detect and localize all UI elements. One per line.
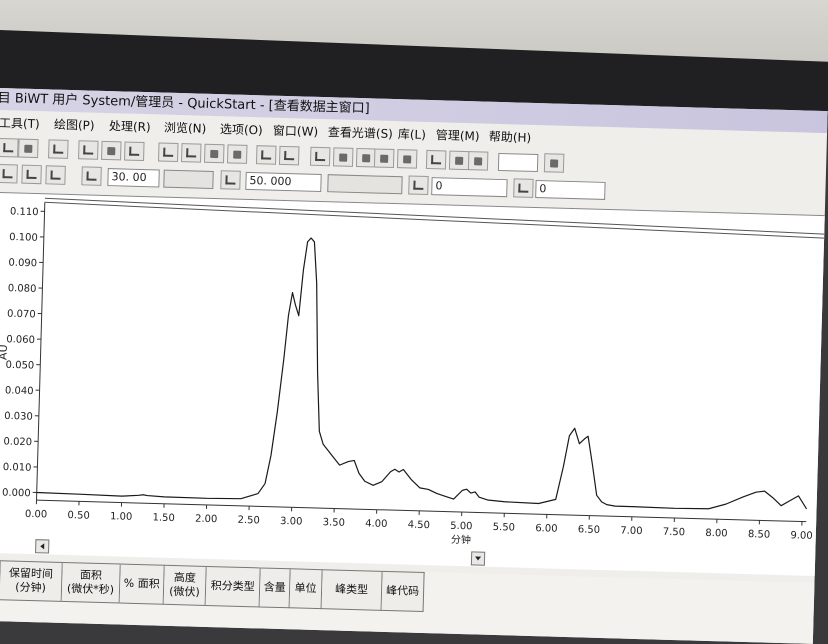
y-tick-label: 0.040 — [5, 385, 34, 397]
tool-document-icon[interactable] — [397, 149, 418, 169]
tool-print-icon[interactable] — [468, 151, 489, 171]
tool-overlay-icon[interactable] — [204, 144, 225, 164]
y-tick-label: 0.020 — [3, 436, 32, 448]
col-peak-code[interactable]: 峰代码 — [382, 571, 425, 612]
menu-options[interactable]: 选项(O) — [220, 118, 263, 141]
threshold-field[interactable]: 30. 00 — [107, 168, 159, 187]
menu-plot[interactable]: 绘图(P) — [54, 114, 95, 137]
x-tick-label: 3.50 — [322, 517, 345, 529]
baseline-field[interactable]: 0 — [431, 177, 507, 197]
col-amount[interactable]: 含量 — [260, 567, 291, 608]
tool-report-icon[interactable] — [279, 146, 300, 166]
y-tick-label: 0.010 — [3, 462, 32, 474]
menu-window[interactable]: 窗口(W) — [273, 120, 319, 143]
menu-tools[interactable]: 工具(T) — [0, 112, 40, 135]
x-tick-label: 1.50 — [152, 512, 175, 524]
x-tick-label: 6.00 — [535, 523, 558, 535]
tool-calibrate-icon[interactable] — [449, 151, 470, 171]
y-axis-label: AU — [0, 344, 10, 360]
x-tick-label: 4.00 — [365, 518, 388, 530]
chart-scroll-left-button[interactable] — [35, 539, 49, 553]
peak-width-icon[interactable] — [220, 170, 241, 190]
tool-wand-icon[interactable] — [101, 141, 122, 161]
tool-edit-icon[interactable] — [0, 138, 19, 158]
menu-manage[interactable]: 管理(M) — [436, 124, 480, 147]
x-tick-label: 4.50 — [408, 520, 431, 532]
y-tick-label: 0.050 — [5, 360, 34, 372]
x-tick-label: 5.50 — [493, 522, 516, 534]
view-peaks-icon[interactable] — [21, 165, 42, 185]
y-tick-label: 0.030 — [4, 411, 33, 423]
y-tick-label: 0.070 — [7, 309, 36, 321]
tool-chromatogram-icon[interactable] — [310, 147, 331, 167]
tool-pen-icon[interactable] — [18, 139, 39, 159]
y-axis-line — [37, 202, 45, 500]
menu-browse[interactable]: 浏览(N) — [164, 117, 207, 140]
y-tick-label: 0.090 — [8, 258, 37, 270]
x-tick-label: 8.50 — [748, 529, 771, 541]
menu-view-spectrum[interactable]: 查看光谱(S) — [328, 121, 394, 145]
tool-zoom-icon[interactable] — [181, 143, 202, 163]
chromatogram-plot[interactable]: 0.000 0.010 0.020 0.030 0.040 0.050 0.060 0.070… — [0, 192, 825, 576]
x-tick-label: 0.50 — [67, 510, 90, 522]
tool-stack-icon[interactable] — [227, 144, 248, 164]
tool-export-icon[interactable] — [256, 145, 277, 165]
tool-baseline-icon[interactable] — [124, 141, 145, 161]
dropdown-select[interactable] — [498, 153, 538, 172]
x-axis-label: 分钟 — [451, 533, 471, 547]
x-tick-label: 9.00 — [790, 530, 813, 542]
x-tick-label: 0.00 — [25, 509, 48, 521]
menu-process[interactable]: 处理(R) — [109, 115, 151, 138]
col-retention-time[interactable]: 保留时间 (分钟) — [0, 560, 63, 602]
chart-scroll-down-button[interactable] — [471, 551, 485, 565]
col-unit[interactable]: 单位 — [290, 568, 323, 609]
x-tick-label: 8.00 — [705, 528, 728, 540]
y-tick-label: 0.000 — [2, 488, 31, 500]
offset-field[interactable]: 0 — [535, 180, 605, 200]
col-integration-type[interactable]: 积分类型 — [206, 566, 261, 607]
empty-field-1[interactable] — [163, 170, 213, 189]
view-area-icon[interactable] — [45, 165, 66, 185]
top-frame-line — [44, 202, 824, 238]
col-area-percent[interactable]: % 面积 — [120, 564, 165, 605]
col-peak-type[interactable]: 峰类型 — [322, 569, 383, 611]
x-tick-label: 7.00 — [620, 525, 643, 537]
x-tick-label: 6.50 — [578, 524, 601, 536]
y-tick-label: 0.060 — [6, 334, 35, 346]
y-tick-label: 0.110 — [10, 206, 39, 218]
x-tick-label: 3.00 — [280, 516, 303, 528]
empty-field-2[interactable] — [327, 174, 402, 194]
x-tick-label: 2.50 — [237, 515, 260, 527]
x-tick-label: 2.00 — [195, 514, 218, 526]
tool-highlight-icon[interactable] — [544, 153, 565, 173]
x-tick-label: 7.50 — [663, 527, 686, 539]
offset-icon[interactable] — [513, 178, 534, 198]
x-tick-label: 5.00 — [450, 521, 473, 533]
tool-peaks-icon[interactable] — [78, 140, 99, 160]
application-window: 目 BiWT 用户 System/管理员 - QuickStart - [查看数… — [0, 88, 828, 644]
tool-tune-icon[interactable] — [426, 150, 447, 170]
chromatogram-trace — [37, 231, 814, 516]
tool-copy-icon[interactable] — [333, 147, 354, 167]
baseline-icon[interactable] — [408, 175, 429, 195]
threshold-icon[interactable] — [81, 166, 102, 186]
col-area[interactable]: 面积 (微伏*秒) — [62, 562, 121, 604]
tool-integrate-icon[interactable] — [48, 139, 69, 159]
y-tick-label: 0.080 — [8, 283, 37, 295]
view-zoom-icon[interactable] — [0, 164, 18, 184]
y-tick-label: 0.100 — [9, 232, 38, 244]
chromatogram-svg: 0.000 0.010 0.020 0.030 0.040 0.050 0.060 0.070… — [0, 193, 825, 576]
tool-undo-icon[interactable] — [158, 142, 179, 162]
menu-help[interactable]: 帮助(H) — [489, 126, 532, 149]
menu-library[interactable]: 库(L) — [398, 123, 427, 146]
col-height[interactable]: 高度 (微伏) — [164, 565, 207, 606]
peak-width-field[interactable]: 50. 000 — [245, 172, 321, 192]
x-tick-label: 1.00 — [110, 511, 133, 523]
tool-marker-icon[interactable] — [374, 148, 395, 168]
